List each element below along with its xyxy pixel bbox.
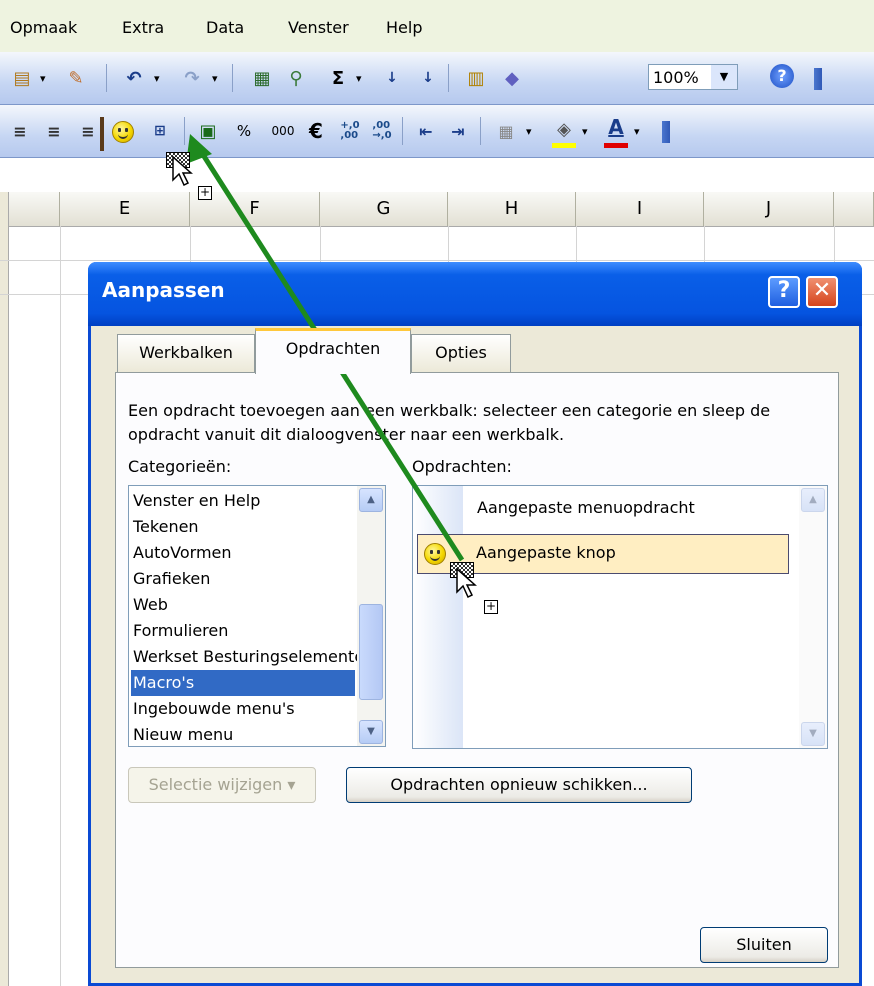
mouse-cursor-icon (456, 568, 477, 599)
tab-opdrachten[interactable]: Opdrachten (255, 328, 411, 374)
drag-arrow (186, 134, 465, 562)
mouse-cursor-icon (172, 156, 193, 187)
copy-plus-icon: + (484, 599, 498, 614)
copy-plus-icon: + (198, 185, 212, 200)
